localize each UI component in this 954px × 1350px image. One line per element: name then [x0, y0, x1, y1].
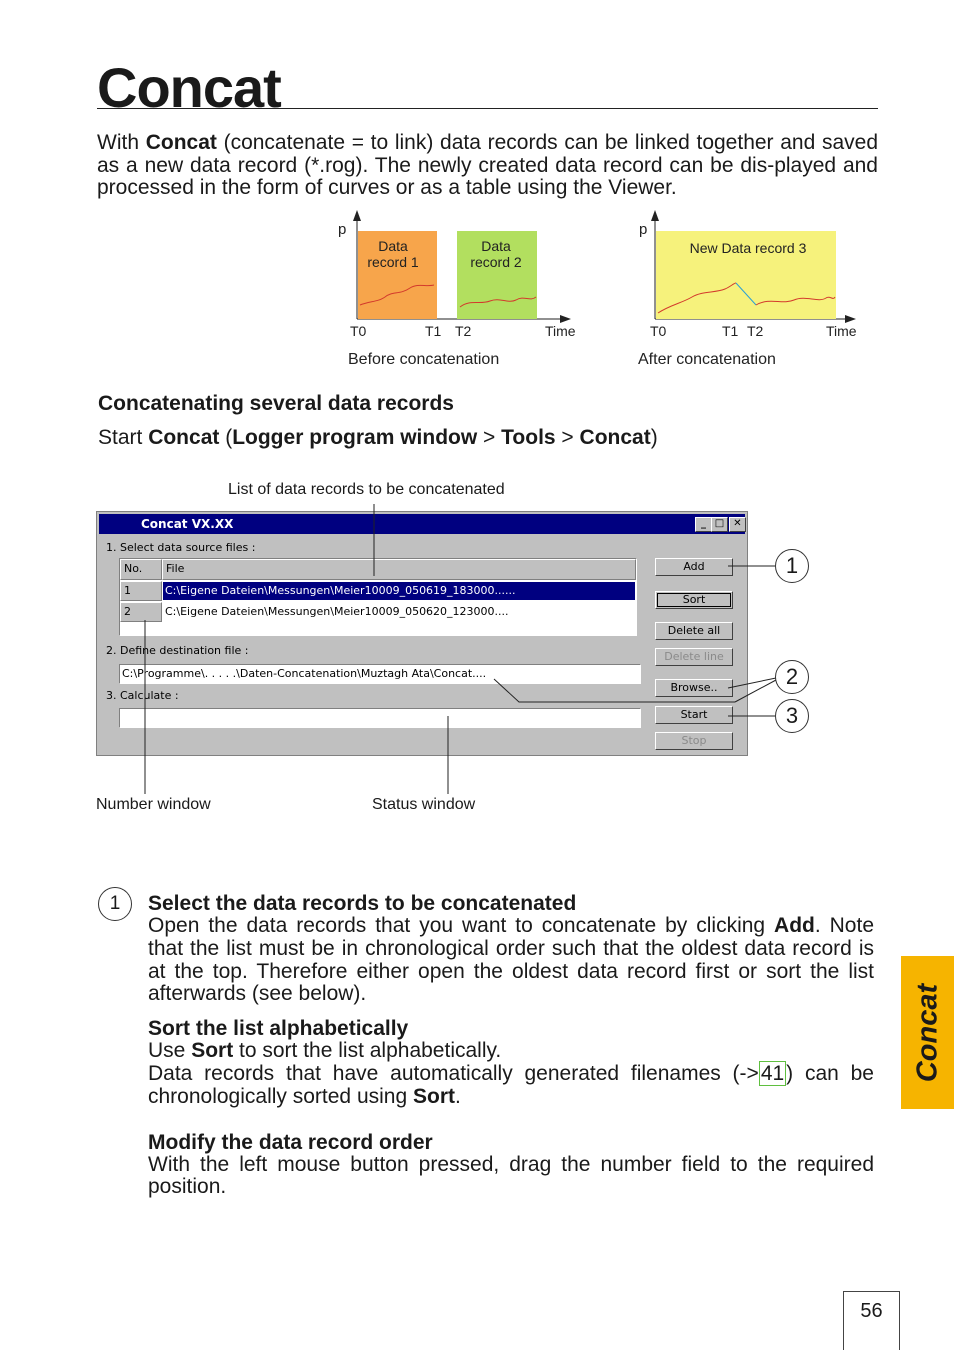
step1-number: 1	[98, 887, 132, 921]
page-title: Concat	[97, 56, 282, 119]
label-number-window: Number window	[96, 796, 211, 813]
start-pre: Start	[98, 426, 149, 449]
file-row-2[interactable]: C:\Eigene Dateien\Messungen\Meier10009_0…	[163, 603, 635, 621]
delete-all-button[interactable]: Delete all	[655, 622, 733, 640]
maximize-icon[interactable]: □	[711, 517, 728, 532]
sort2-text-c: .	[454, 1084, 461, 1108]
add-button[interactable]: Add	[655, 558, 733, 576]
record1-label-2: record 1	[367, 254, 419, 270]
sort-line1: Use Sort to sort the list alphabetically…	[148, 1039, 874, 1063]
start-button[interactable]: Start	[655, 706, 733, 724]
intro-text-start: With	[97, 131, 146, 154]
section-heading: Concatenating several data records	[98, 392, 454, 415]
before-axis-p: p	[338, 221, 346, 238]
step1-paragraph: Open the data records that you want to c…	[148, 914, 874, 1006]
after-diagram: p New Data record 3 T0 T1 T2 Time After …	[638, 210, 857, 368]
sort-text-b: to sort the list alphabetically.	[233, 1039, 502, 1063]
callout-1: 1	[775, 549, 809, 583]
start-gt2: >	[555, 426, 580, 449]
start-close: )	[650, 426, 658, 449]
side-tab-label: Concat	[911, 983, 943, 1082]
step1-text-a: Open the data records that you want to c…	[148, 914, 775, 937]
after-axis-p: p	[639, 221, 647, 238]
concat-window: Concat VX.XX _ □ ✕ 1. Select data source…	[96, 511, 748, 756]
step3-label: 3. Calculate :	[106, 689, 179, 702]
sort-text-a: Use	[148, 1039, 192, 1063]
start-tools: Tools	[501, 426, 556, 449]
sort-line2: Data records that have automatically gen…	[148, 1060, 874, 1109]
status-field	[119, 708, 641, 728]
intro-bold: Concat	[145, 131, 217, 154]
start-concat: Concat	[148, 426, 220, 449]
col-header-file[interactable]: File	[162, 559, 636, 580]
intro-paragraph: With Concat (concatenate = to link) data…	[97, 131, 878, 200]
browse-button[interactable]: Browse..	[655, 679, 733, 697]
title-divider	[97, 108, 878, 109]
page-link-41[interactable]: 41	[758, 1060, 787, 1086]
before-tick-t1: T1	[425, 323, 442, 339]
step1-label: 1. Select data source files :	[106, 541, 256, 554]
delete-line-button[interactable]: Delete line	[655, 648, 733, 666]
after-tick-time: Time	[826, 323, 857, 339]
row-number-1[interactable]: 1	[120, 581, 162, 601]
callout-2: 2	[775, 660, 809, 694]
order-paragraph: With the left mouse button pressed, drag…	[148, 1152, 874, 1199]
destination-field[interactable]: C:\Programme\. . . . .\Daten-Concatenati…	[119, 664, 641, 684]
record3-label: New Data record 3	[690, 240, 807, 256]
start-instruction: Start Concat (Logger program window > To…	[98, 426, 658, 450]
start-concat2: Concat	[579, 426, 651, 449]
record2-label-2: record 2	[470, 254, 522, 270]
step1-heading: Select the data records to be concatenat…	[148, 892, 577, 915]
after-tick-t2: T2	[747, 323, 764, 339]
before-diagram: p Data record 1 Data record 2 T0 T1 T2 T…	[338, 210, 576, 368]
after-tick-t0: T0	[650, 323, 667, 339]
minimize-icon[interactable]: _	[695, 517, 712, 532]
label-list-of-records: List of data records to be concatenated	[228, 481, 505, 498]
before-tick-t2: T2	[455, 323, 472, 339]
after-tick-t1: T1	[722, 323, 739, 339]
step1-add-bold: Add	[774, 914, 815, 937]
start-window: Logger program window	[232, 426, 478, 449]
start-open: (	[219, 426, 233, 449]
sort-bold: Sort	[191, 1039, 234, 1063]
step1-block: Select the data records to be concatenat…	[148, 892, 874, 1199]
file-list[interactable]: No. File 1 C:\Eigene Dateien\Messungen\M…	[119, 558, 637, 636]
page-number: 56	[843, 1291, 900, 1350]
before-tick-t0: T0	[350, 323, 367, 339]
start-gt1: >	[477, 426, 502, 449]
before-tick-time: Time	[545, 323, 576, 339]
after-caption: After concatenation	[638, 351, 776, 368]
close-icon[interactable]: ✕	[729, 517, 746, 532]
step2-label: 2. Define destination file :	[106, 644, 249, 657]
before-caption: Before concatenation	[348, 351, 499, 368]
window-titlebar[interactable]: Concat VX.XX _ □ ✕	[99, 514, 746, 534]
sort-heading: Sort the list alphabetically	[148, 1017, 409, 1041]
col-header-no[interactable]: No.	[120, 559, 162, 580]
file-row-1[interactable]: C:\Eigene Dateien\Messungen\Meier10009_0…	[163, 582, 635, 600]
sort2-text-a: Data records that have automatically gen…	[148, 1061, 759, 1085]
order-heading: Modify the data record order	[148, 1130, 433, 1154]
callout-3: 3	[775, 699, 809, 733]
window-title: Concat VX.XX	[141, 517, 234, 531]
record1-label-1: Data	[378, 238, 408, 254]
row-number-2[interactable]: 2	[120, 602, 162, 622]
stop-button[interactable]: Stop	[655, 732, 733, 750]
sort-button[interactable]: Sort	[655, 591, 733, 609]
sort2-bold: Sort	[412, 1084, 455, 1108]
side-tab: Concat	[901, 956, 954, 1109]
concatenation-diagram: p Data record 1 Data record 2 T0 T1 T2 T…	[338, 210, 857, 368]
label-status-window: Status window	[372, 796, 476, 813]
record2-label-1: Data	[481, 238, 511, 254]
